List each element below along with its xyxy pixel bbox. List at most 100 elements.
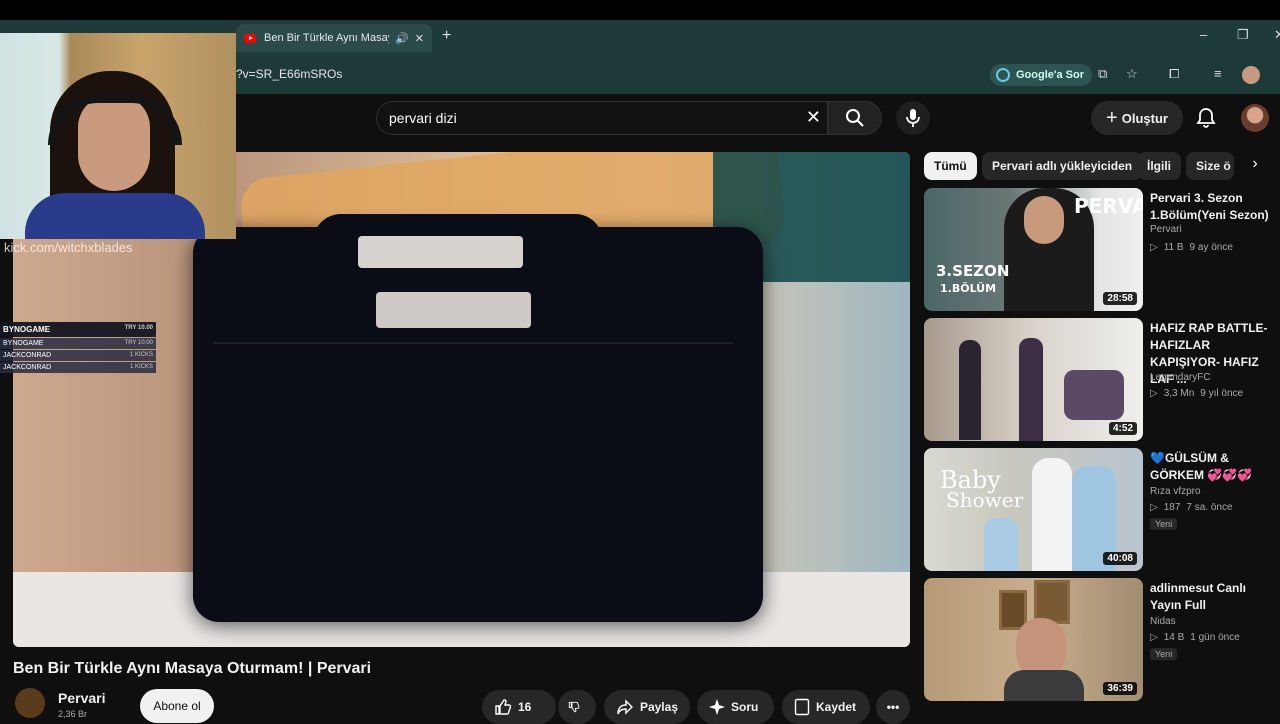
play-icon: ▷ [1150, 388, 1158, 399]
donation-row: JACKCONRAD 1 KICKS [0, 362, 156, 373]
search-query: pervari dizi [389, 110, 457, 126]
chip-for-you[interactable]: Size ö [1186, 152, 1234, 180]
new-tab-button[interactable]: + [442, 27, 451, 45]
donation-list: BYNOGAME TRY 10.00 BYNOGAME TRY 10.00 JA… [0, 322, 156, 374]
channel-name[interactable]: Rıza vfzpro [1150, 486, 1201, 497]
speaker-icon[interactable]: 🔊 [395, 32, 409, 45]
thumbs-down-icon [568, 701, 580, 713]
minimize-icon[interactable]: – [1200, 27, 1207, 42]
install-icon[interactable]: ⧉ [1098, 66, 1107, 82]
youtube-favicon-icon [244, 33, 256, 43]
video-meta: ▷ 187 7 sa. önce [1150, 502, 1233, 513]
video-meta: ▷ 3,3 Mn 9 yıl önce [1150, 388, 1243, 399]
recommended-video[interactable]: 4:52 HAFIZ RAP BATTLE- HAFIZLAR KAPIŞIYO… [924, 318, 1280, 442]
chevron-right-icon[interactable]: › [1244, 155, 1266, 177]
browser-tab-active[interactable]: Ben Bir Türkle Aynı Masaya 🔊 ✕ [236, 24, 432, 52]
channel-avatar[interactable] [15, 688, 45, 718]
subscribe-button[interactable]: Abone ol [140, 689, 214, 723]
upload-age: 1 gün önce [1190, 632, 1240, 643]
close-tab-icon[interactable]: ✕ [415, 32, 424, 45]
donation-row: BYNOGAME TRY 10.00 [0, 322, 156, 337]
chip-from-uploader[interactable]: Pervari adlı yükleyiciden [982, 152, 1143, 180]
share-arrow-icon [617, 699, 633, 715]
thumbnail-figure [984, 518, 1018, 571]
channel-name[interactable]: Nidas [1150, 616, 1176, 627]
webcam-person-body [25, 193, 205, 239]
recommended-video[interactable]: 36:39 adlinmesut Canlı Yayın Full Nidas … [924, 578, 1280, 702]
like-button[interactable]: 16 [482, 690, 556, 724]
video-thumbnail[interactable]: Baby Shower 40:08 [924, 448, 1143, 571]
subscriber-count: 2,36 Br [58, 709, 88, 719]
video-duration: 40:08 [1103, 552, 1137, 565]
voice-search-button[interactable] [896, 101, 930, 135]
channel-name[interactable]: LegendaryFC [1150, 372, 1211, 383]
ask-google-button[interactable]: Google'a Sor [990, 64, 1093, 86]
video-title[interactable]: adlinmesut Canlı Yayın Full [1150, 580, 1274, 614]
close-window-icon[interactable]: ✕ [1274, 27, 1280, 43]
thumbnail-text: Shower [946, 488, 1024, 512]
thumbnail-figure [1032, 458, 1072, 571]
ask-button[interactable]: Soru [697, 690, 774, 724]
video-meta: ▷ 11 B 9 ay önce [1150, 242, 1233, 253]
video-thumbnail[interactable]: 4:52 [924, 318, 1143, 441]
youtube-account-avatar[interactable] [1241, 104, 1269, 132]
save-label: Kaydet [816, 700, 857, 714]
more-dots-icon: ••• [886, 700, 900, 714]
donor-name: BYNOGAME [3, 340, 44, 347]
share-button[interactable]: Paylaş [604, 690, 690, 724]
streamer-webcam-overlay [0, 33, 236, 239]
recommended-video[interactable]: Baby Shower 40:08 💙GÜLSÜM & GÖRKEM 💞💞💞 R… [924, 448, 1280, 572]
donation-amount: TRY 10.00 [124, 325, 153, 331]
upload-age: 9 ay önce [1189, 242, 1233, 253]
channel-name[interactable]: Pervari [1150, 224, 1182, 235]
thumbnail-text: 3.SEZON [936, 262, 1010, 280]
thumbnail-face [1024, 196, 1064, 244]
chip-related[interactable]: İlgili [1137, 152, 1181, 180]
search-input[interactable]: pervari dizi ✕ [376, 101, 828, 135]
recommended-video[interactable]: PERVARİ 3.SEZON 1.BÖLÜM 28:58 Pervari 3.… [924, 188, 1280, 312]
view-count: 187 [1163, 502, 1181, 513]
stream-watermark: kick.com/witchxblades [4, 240, 133, 255]
video-title[interactable]: Pervari 3. Sezon 1.Bölüm(Yeni Sezon) [1150, 190, 1274, 224]
extensions-icon[interactable]: ⧠ [1169, 66, 1179, 82]
search-button[interactable] [828, 101, 882, 135]
save-button[interactable]: Kaydet [782, 690, 870, 724]
browser-profile-avatar[interactable] [1242, 66, 1260, 84]
chip-all[interactable]: Tümü [924, 152, 977, 180]
donation-amount: 1 KICKS [129, 364, 153, 370]
screen-top-bar [0, 0, 1280, 20]
channel-name[interactable]: Pervari [58, 690, 105, 706]
donor-name: JACKCONRAD [3, 352, 52, 359]
bookmark-star-icon[interactable]: ☆ [1126, 66, 1138, 82]
view-count: 14 B [1163, 632, 1185, 643]
donor-name: BYNOGAME [3, 325, 51, 334]
google-lens-icon [996, 68, 1010, 82]
media-control-icon[interactable]: ≡ [1214, 66, 1222, 81]
url-text[interactable]: ?v=SR_E66mSROs [236, 67, 342, 81]
video-title[interactable]: 💙GÜLSÜM & GÖRKEM 💞💞💞 [1150, 450, 1274, 484]
sparkle-icon [709, 699, 725, 715]
clear-search-icon[interactable]: ✕ [806, 107, 821, 128]
thumbnail-figure [959, 340, 981, 440]
play-icon: ▷ [1150, 632, 1158, 643]
video-thumbnail[interactable]: 36:39 [924, 578, 1143, 701]
ask-label: Soru [731, 700, 759, 714]
video-scene-tape [376, 292, 531, 328]
like-count: 16 [518, 700, 532, 714]
video-scene-tape [358, 236, 523, 268]
video-duration: 36:39 [1103, 682, 1137, 695]
upload-age: 7 sa. önce [1186, 502, 1233, 513]
new-badge: Yeni [1150, 518, 1178, 530]
dislike-button[interactable] [558, 690, 596, 724]
restore-icon[interactable]: ❐ [1237, 27, 1249, 43]
notifications-bell-icon[interactable] [1194, 106, 1218, 130]
video-thumbnail[interactable]: PERVARİ 3.SEZON 1.BÖLÜM 28:58 [924, 188, 1143, 311]
play-icon: ▷ [1150, 242, 1158, 253]
video-scene-seam [213, 342, 733, 344]
donation-amount: 1 KICKS [129, 352, 153, 358]
thumbnail-figure [1004, 670, 1084, 701]
thumbnail-figure [1064, 370, 1124, 420]
more-actions-button[interactable]: ••• [876, 690, 910, 724]
ask-google-label: Google'a Sor [1016, 69, 1085, 81]
create-button[interactable]: + Oluştur [1091, 101, 1183, 135]
